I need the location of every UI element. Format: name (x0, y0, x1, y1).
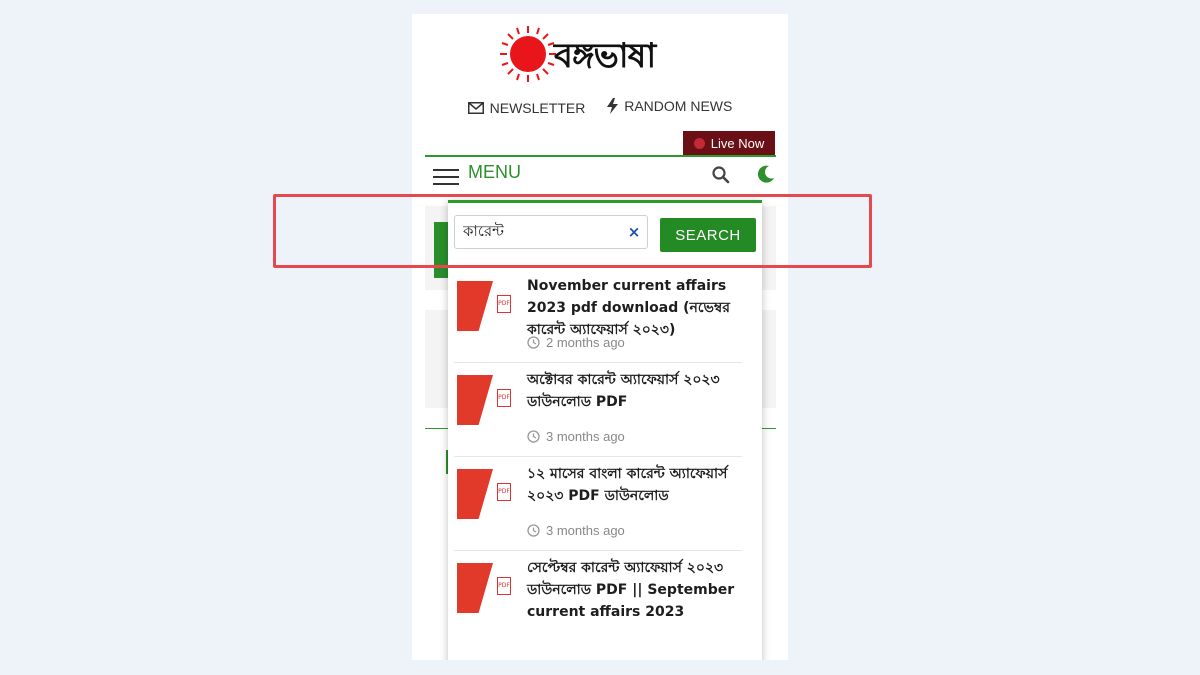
result-title[interactable]: সেপ্টেম্বর কারেন্ট অ্যাফেয়ার্স ২০২৩ ডাউ… (527, 557, 742, 623)
menu-label[interactable]: MENU (468, 162, 521, 183)
search-result-item[interactable]: PDF সেপ্টেম্বর কারেন্ট অ্যাফেয়ার্স ২০২৩… (454, 551, 742, 644)
clock-icon (527, 430, 540, 443)
newsletter-link[interactable]: NEWSLETTER (467, 100, 586, 116)
result-title[interactable]: November current affairs 2023 pdf downlo… (527, 275, 742, 341)
result-time: 3 months ago (527, 429, 625, 444)
result-time: 3 months ago (527, 523, 625, 538)
newsletter-label: NEWSLETTER (489, 100, 586, 116)
result-thumbnail: PDF (457, 281, 511, 331)
result-thumbnail: PDF (457, 469, 511, 519)
search-result-item[interactable]: PDF November current affairs 2023 pdf do… (454, 269, 742, 363)
result-time-label: 3 months ago (546, 429, 625, 444)
result-title[interactable]: ১২ মাসের বাংলা কারেন্ট অ্যাফেয়ার্স ২০২৩… (527, 463, 742, 507)
search-icon[interactable] (711, 165, 731, 185)
logo-text: বঙ্গভাষা (554, 36, 656, 76)
live-dot-icon (693, 137, 705, 149)
search-result-item[interactable]: PDF ১২ মাসের বাংলা কারেন্ট অ্যাফেয়ার্স … (454, 457, 742, 551)
dark-mode-moon-icon[interactable] (755, 163, 777, 185)
random-news-link[interactable]: RANDOM NEWS (607, 98, 732, 114)
sun-logo-icon (500, 26, 556, 82)
top-links: NEWSLETTER RANDOM NEWS (412, 98, 788, 117)
result-thumbnail: PDF (457, 563, 511, 613)
highlight-annotation-box (273, 194, 872, 268)
menu-bar: MENU (425, 157, 776, 197)
live-now-button[interactable]: Live Now (683, 131, 775, 155)
clock-icon (527, 524, 540, 537)
result-time-label: 3 months ago (546, 523, 625, 538)
mobile-page: বঙ্গভাষা NEWSLETTER RANDOM NEWS Live Now… (412, 14, 788, 660)
hamburger-icon[interactable] (433, 164, 459, 186)
result-time-label: 2 months ago (546, 335, 625, 350)
search-result-item[interactable]: PDF অক্টোবর কারেন্ট অ্যাফেয়ার্স ২০২৩ ডা… (454, 363, 742, 457)
bolt-icon (607, 98, 619, 114)
result-title[interactable]: অক্টোবর কারেন্ট অ্যাফেয়ার্স ২০২৩ ডাউনলো… (527, 369, 742, 413)
random-news-label: RANDOM NEWS (624, 98, 733, 114)
result-thumbnail: PDF (457, 375, 511, 425)
site-logo[interactable]: বঙ্গভাষা (498, 24, 718, 88)
search-results: PDF November current affairs 2023 pdf do… (454, 269, 742, 644)
clock-icon (527, 336, 540, 349)
envelope-icon (467, 102, 484, 114)
live-now-label: Live Now (710, 135, 765, 151)
result-time: 2 months ago (527, 335, 625, 350)
search-dropdown: × SEARCH PDF November current affairs 20… (448, 200, 762, 660)
